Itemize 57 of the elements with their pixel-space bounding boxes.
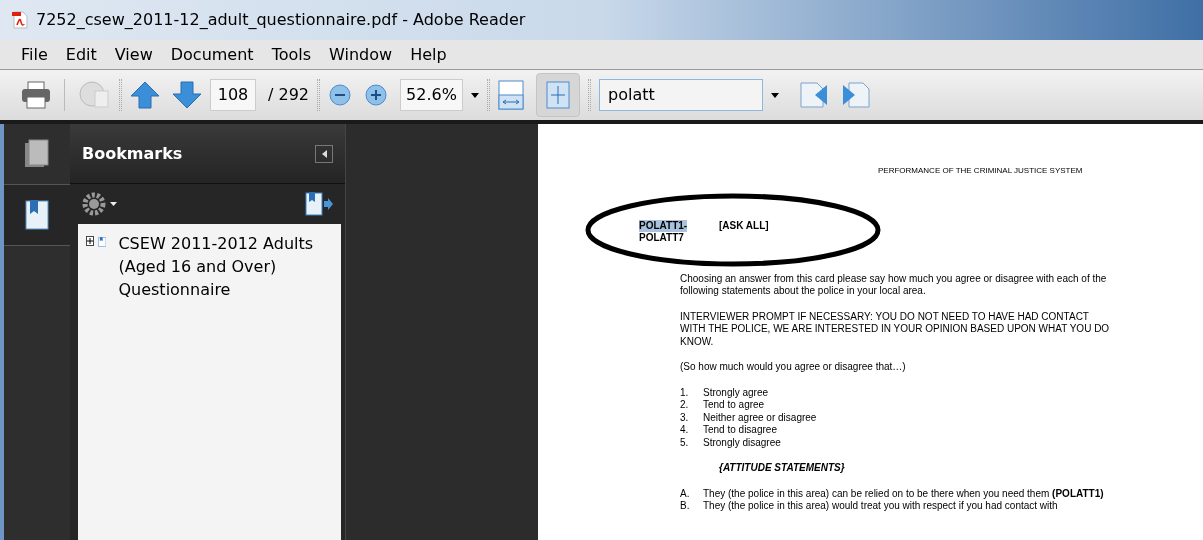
section-heading: {ATTITUDE STATEMENTS} (718, 462, 846, 475)
expand-toggle[interactable] (86, 236, 94, 246)
interviewer-prompt: INTERVIEWER PROMPT IF NECESSARY: YOU DO NOT NEED TO HAVE HAD CONTACT WITH THE POLICE, WE ARE INTERESTED IN YOUR OPINION BASED UPON WHAT YOU DO KNOW. (680, 310, 1111, 348)
lead-in-text: (So how much would you agree or disagree that…) (680, 361, 907, 374)
zoom-in-icon[interactable] (364, 83, 388, 107)
zoom-out-icon[interactable] (328, 83, 352, 107)
option-number: 2. (680, 399, 690, 412)
answer-option: Tend to agree (703, 399, 765, 412)
statement-letter: B. (680, 500, 691, 513)
dropdown-caret-icon[interactable] (771, 92, 779, 98)
menu-item[interactable]: Document (161, 42, 263, 67)
menu-item[interactable]: Edit (56, 42, 106, 67)
statement-text: They (the police in this area) would treat you with respect if you had contact with (703, 500, 1058, 513)
fit-page-icon (546, 81, 570, 109)
menu-item[interactable]: Window (320, 42, 402, 67)
find-previous-icon[interactable] (799, 81, 829, 109)
answer-option: Strongly agree (703, 386, 769, 399)
left-triangle-icon (321, 149, 327, 158)
option-number: 5. (680, 436, 690, 449)
menu-item[interactable]: Help (401, 42, 456, 67)
option-number: 1. (680, 386, 690, 399)
option-number: 3. (680, 411, 690, 424)
page-total: / 292 (268, 84, 309, 106)
dropdown-caret-icon[interactable] (471, 92, 479, 98)
bookmark-add-icon[interactable] (305, 192, 333, 216)
option-number: 4. (680, 424, 690, 437)
up-arrow-icon[interactable] (130, 81, 160, 109)
statement-text: They (the police in this area) can be relied on to be there when you need them (POLATT1) (703, 487, 1104, 500)
collapse-panel-button[interactable] (315, 144, 333, 163)
pdf-file-icon (12, 11, 28, 29)
question-code: POLATT7 (639, 232, 684, 245)
gear-menu-icon[interactable] (82, 192, 118, 216)
find-next-icon[interactable] (841, 81, 871, 109)
answer-option: Neither agree or disagree (703, 411, 817, 424)
search-field[interactable]: polatt (599, 79, 763, 111)
pages-icon[interactable] (24, 139, 50, 169)
panel-title: Bookmarks (82, 142, 183, 165)
page-number-field[interactable]: 108 (210, 79, 256, 111)
printer-icon[interactable] (20, 80, 52, 110)
menu-item[interactable]: View (105, 42, 162, 67)
globe-icon (77, 79, 111, 111)
bookmark-label: CSEW 2011-2012 Adults (Aged 16 and Over) Questionnaire (118, 233, 315, 301)
fit-width-icon[interactable] (498, 80, 524, 110)
bookmark-page-icon (24, 199, 50, 231)
question-code: POLATT1- (639, 219, 688, 232)
page-header: PERFORMANCE OF THE CRIMINAL JUSTICE SYSTEM (878, 166, 1083, 175)
menu-item[interactable]: File (12, 42, 57, 67)
down-arrow-icon[interactable] (172, 81, 202, 109)
bookmarks-tab[interactable] (4, 184, 70, 246)
question-text: Choosing an answer from this card please say how much you agree or disagree with each of the following statements about the police in your local area. (680, 272, 1108, 298)
window-title: 7252_csew_2011-12_adult_questionnaire.pdf - Adobe Reader (36, 9, 526, 31)
answer-option: Strongly disagree (703, 436, 781, 449)
statement-letter: A. (680, 487, 691, 500)
routing-note: [ASK ALL] (719, 219, 769, 233)
zoom-field[interactable]: 52.6% (400, 79, 463, 111)
menu-item[interactable]: Tools (262, 42, 321, 67)
answer-option: Tend to disagree (703, 424, 777, 437)
